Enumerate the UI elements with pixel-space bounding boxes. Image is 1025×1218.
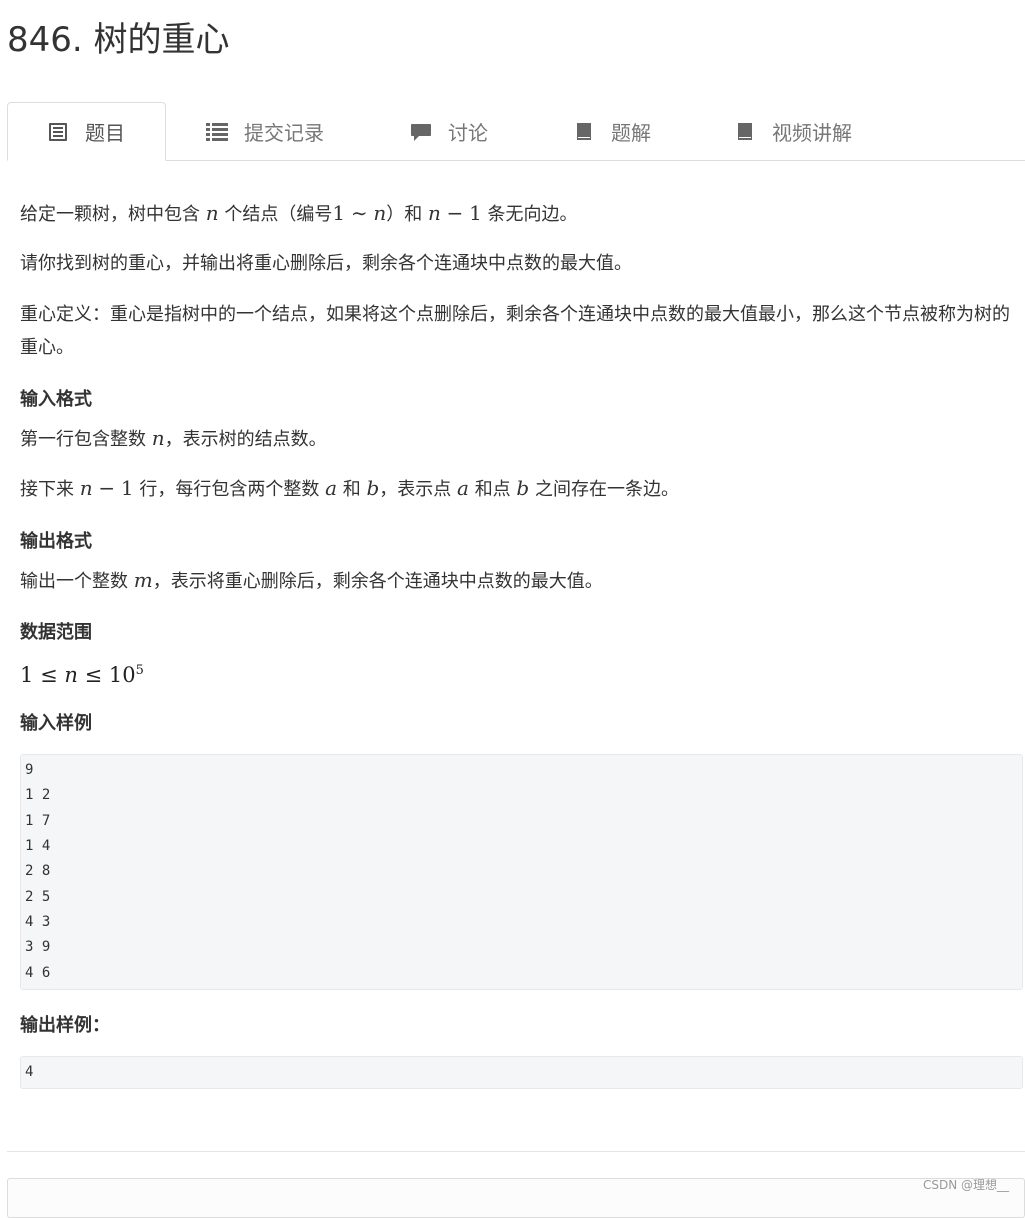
tab-problem-label: 题目 (85, 121, 125, 145)
input-format-line2: 接下来 n − 1 行，每行包含两个整数 a 和 b，表示点 a 和点 b 之间… (20, 476, 679, 500)
tab-discussion[interactable]: 讨论 (410, 102, 488, 160)
tab-submissions-label: 提交记录 (244, 120, 324, 145)
bottom-panel[interactable] (7, 1178, 1025, 1218)
code-line: 4 (25, 1064, 34, 1080)
csdn-watermark: CSDN @理想__ (922, 1178, 1009, 1192)
page-title: 846. 树的重心 (7, 20, 230, 60)
code-line: 2 8 (25, 863, 51, 879)
code-line: 2 5 (25, 889, 51, 905)
tab-discussion-label: 讨论 (448, 120, 488, 145)
output-format-heading: 输出格式 (20, 531, 92, 552)
comment-icon (410, 121, 432, 141)
code-line: 9 (25, 762, 34, 778)
list-icon (206, 121, 228, 141)
section-divider (7, 1151, 1025, 1152)
code-line: 4 6 (25, 965, 51, 981)
tab-video-label: 视频讲解 (772, 120, 852, 145)
code-line: 1 7 (25, 813, 51, 829)
tab-problem[interactable]: 题目 (7, 102, 166, 161)
output-format-line: 输出一个整数 m，表示将重心删除后，剩余各个连通块中点数的最大值。 (20, 568, 603, 592)
book-icon (573, 121, 595, 141)
sample-output-block[interactable]: 4 (20, 1056, 1023, 1089)
data-range-heading: 数据范围 (20, 622, 92, 643)
tab-bar: 题目 提交记录 讨论 题解 视频讲解 (7, 102, 1025, 161)
sample-output-heading: 输出样例： (20, 1015, 110, 1036)
code-line: 1 2 (25, 787, 51, 803)
code-line: 1 4 (25, 838, 51, 854)
tab-solutions[interactable]: 题解 (573, 102, 651, 160)
sample-input-heading: 输入样例 (20, 713, 92, 734)
problem-task: 请你找到树的重心，并输出将重心删除后，剩余各个连通块中点数的最大值。 (20, 253, 632, 274)
sample-input-block[interactable]: 9 1 2 1 7 1 4 2 8 2 5 4 3 3 9 4 6 (20, 754, 1023, 990)
data-range-formula: 1 ≤ n ≤ 105 (20, 663, 144, 687)
problem-intro: 给定一颗树，树中包含 n 个结点（编号1 ∼ n）和 n − 1 条无向边。 (20, 201, 578, 225)
tab-solutions-label: 题解 (611, 120, 651, 145)
book-icon (734, 121, 756, 141)
tab-submissions[interactable]: 提交记录 (206, 102, 324, 160)
document-icon (47, 122, 69, 142)
problem-definition: 重心定义：重心是指树中的一个结点，如果将这个点删除后，剩余各个连通块中点数的最大… (20, 304, 1010, 358)
code-line: 4 3 (25, 914, 51, 930)
input-format-heading: 输入格式 (20, 389, 92, 410)
input-format-line1: 第一行包含整数 n，表示树的结点数。 (20, 426, 327, 450)
tab-video[interactable]: 视频讲解 (734, 102, 852, 160)
code-line: 3 9 (25, 939, 51, 955)
